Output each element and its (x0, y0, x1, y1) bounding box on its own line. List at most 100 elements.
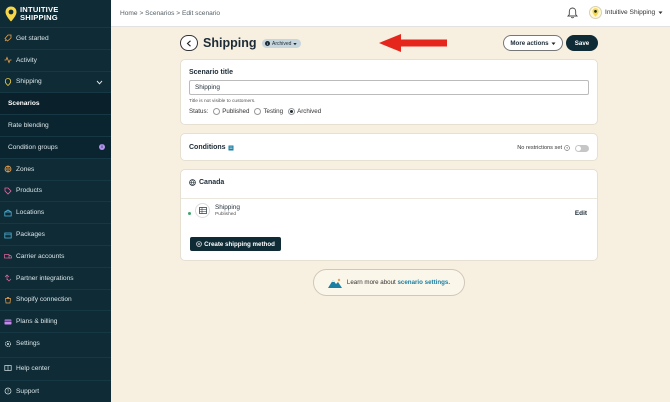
radio-testing[interactable]: Testing (254, 108, 283, 115)
create-shipping-method-button[interactable]: Create shipping method (190, 237, 281, 251)
sidebar-item-label: Shopify connection (16, 296, 72, 304)
shopify-icon (4, 296, 12, 304)
sidebar-item-support[interactable]: ? Support (0, 380, 111, 402)
sidebar-item-carrier-accounts[interactable]: Carrier accounts (0, 244, 111, 267)
restriction-status: No restrictions set (517, 145, 562, 151)
sidebar: INTUITIVE SHIPPING Get started Activity … (0, 0, 111, 402)
info-badge: i (99, 143, 105, 150)
radio-published[interactable]: Published (213, 108, 249, 115)
caret-down-icon (658, 11, 663, 14)
location-pin-icon (5, 6, 17, 21)
sidebar-item-condition-groups[interactable]: Condition groups i (0, 135, 111, 158)
globe-icon (189, 179, 196, 186)
sidebar-item-label: Partner integrations (16, 274, 74, 282)
back-button[interactable] (180, 35, 198, 51)
breadcrumb-home[interactable]: Home (120, 10, 138, 17)
sidebar-item-label: Support (16, 387, 40, 395)
sidebar-item-label: Products (16, 187, 43, 195)
sidebar-item-scenarios[interactable]: Scenarios (0, 92, 111, 115)
page-title: Shipping (203, 36, 257, 50)
scenario-title-card: Scenario title Shipping Title is not vis… (180, 59, 598, 125)
breadcrumb-scenarios[interactable]: Scenarios (145, 10, 174, 17)
status-dot-icon (188, 212, 191, 215)
sidebar-item-settings[interactable]: Settings (0, 332, 111, 354)
breadcrumb-current: Edit scenario (181, 10, 221, 17)
shipping-method-row[interactable]: Shipping Published (195, 203, 240, 218)
learn-more-text: Learn more about scenario settings. (346, 279, 451, 286)
billing-icon (4, 318, 12, 326)
conditions-card[interactable]: Conditions No restrictions set ? (180, 133, 598, 161)
plus-circle-icon (196, 241, 202, 247)
method-name: Shipping (215, 204, 240, 211)
info-book-icon[interactable] (228, 145, 234, 151)
red-arrow-icon (379, 34, 447, 52)
account-name: Intuitive Shipping (605, 9, 656, 16)
sidebar-item-shopify-connection[interactable]: Shopify connection (0, 288, 111, 311)
sidebar-item-locations[interactable]: Locations (0, 201, 111, 223)
edit-method-button[interactable]: Edit (575, 210, 587, 217)
packages-icon (4, 231, 12, 239)
sidebar-item-label: Carrier accounts (16, 252, 65, 260)
sidebar-item-rate-blending[interactable]: Rate blending (0, 114, 111, 136)
radio-circle[interactable] (254, 108, 262, 115)
scenario-settings-link[interactable]: scenario settings. (397, 279, 450, 286)
sidebar-item-packages[interactable]: Packages (0, 223, 111, 245)
gear-icon (4, 340, 12, 348)
zones-icon (4, 165, 12, 173)
main-content: Shipping i Archived More actions Save Sc… (111, 27, 670, 402)
sidebar-item-label: Zones (16, 165, 35, 173)
status-dot-icon: i (265, 41, 270, 46)
sidebar-item-partner-integrations[interactable]: Partner integrations (0, 266, 111, 289)
brand-line2: SHIPPING (20, 12, 58, 22)
integrations-icon (4, 274, 12, 282)
more-actions-label: More actions (510, 39, 549, 47)
activity-icon (4, 56, 12, 64)
locations-icon (4, 209, 12, 217)
sidebar-item-label: Help center (16, 364, 50, 372)
status-badge-label: Archived (272, 40, 292, 47)
more-actions-button[interactable]: More actions (503, 35, 563, 51)
brand-logo[interactable]: INTUITIVE SHIPPING (0, 0, 111, 27)
help-circle-icon[interactable]: ? (564, 145, 570, 151)
radio-archived[interactable]: Archived (288, 108, 321, 115)
support-icon: ? (4, 387, 12, 395)
sidebar-item-products[interactable]: Products (0, 179, 111, 202)
method-status: Published (215, 212, 237, 217)
scenario-title-input[interactable]: Shipping (189, 80, 589, 95)
shipping-icon (4, 78, 12, 86)
sidebar-item-help-center[interactable]: Help center (0, 357, 111, 379)
region-title: Canada (199, 179, 225, 186)
status-label: Status: (189, 108, 209, 115)
caret-down-icon (551, 42, 556, 45)
region-card-canada: Canada Shipping Published Edit Create sh… (180, 169, 598, 261)
create-button-label: Create shipping method (204, 240, 275, 248)
sidebar-item-label: Packages (16, 231, 45, 239)
sidebar-item-plans-billing[interactable]: Plans & billing (0, 310, 111, 332)
mountain-illustration-icon (327, 278, 342, 288)
radio-circle[interactable] (213, 108, 221, 115)
bell-icon[interactable] (567, 7, 578, 19)
sidebar-item-label: Rate blending (8, 122, 49, 130)
products-icon (4, 187, 12, 195)
sidebar-item-zones[interactable]: Zones (0, 157, 111, 180)
sidebar-item-get-started[interactable]: Get started (0, 27, 111, 49)
status-badge[interactable]: i Archived (262, 39, 302, 48)
topbar: Home > Scenarios > Edit scenario Intuiti… (111, 0, 670, 27)
carrier-icon (4, 252, 12, 260)
learn-more-banner[interactable]: Learn more about scenario settings. (313, 269, 465, 296)
rocket-icon (4, 34, 12, 42)
save-button[interactable]: Save (566, 35, 598, 51)
sidebar-item-label: Locations (16, 209, 45, 217)
sidebar-item-label: Condition groups (8, 143, 58, 151)
conditions-toggle[interactable] (575, 145, 589, 152)
radio-circle-selected[interactable] (288, 108, 296, 115)
sidebar-item-label: Shipping (16, 78, 42, 86)
chevron-left-icon (186, 39, 191, 47)
account-menu[interactable]: Intuitive Shipping (589, 6, 663, 19)
table-icon (195, 203, 210, 218)
account-logo-icon (589, 6, 602, 19)
help-icon (4, 364, 12, 372)
sidebar-item-activity[interactable]: Activity (0, 48, 111, 71)
sidebar-item-shipping[interactable]: Shipping (0, 70, 111, 93)
page-header: Shipping i Archived More actions Save (180, 34, 598, 52)
